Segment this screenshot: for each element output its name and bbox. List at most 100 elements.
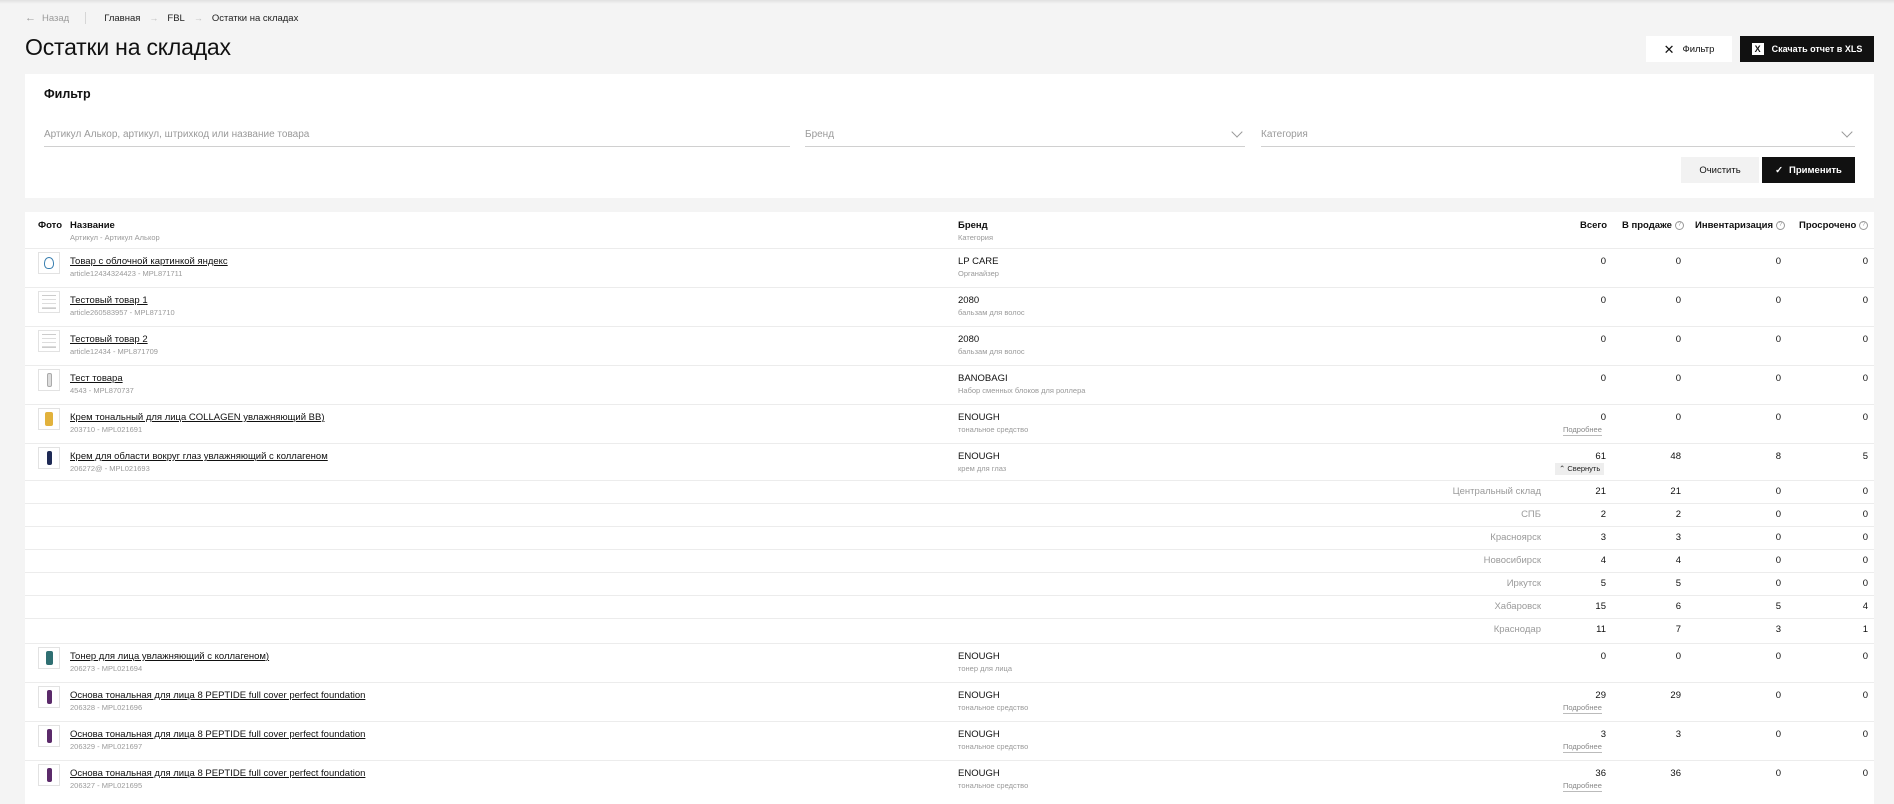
close-icon: ✕ [1663, 41, 1675, 57]
expired-value: 0 [1862, 295, 1868, 306]
product-thumbnail [38, 252, 60, 274]
expired-value: 0 [1862, 256, 1868, 267]
warehouse-inventory-value: 0 [1775, 532, 1781, 543]
total-value: 0 [1600, 256, 1606, 267]
table-row-divider [25, 443, 1874, 444]
expired-value: 0 [1862, 729, 1868, 740]
warehouse-on-sale-value: 3 [1675, 532, 1681, 543]
product-article: 206273 - MPL021694 [70, 664, 143, 673]
warehouse-inventory-value: 0 [1775, 578, 1781, 589]
warehouse-total-value: 15 [1595, 601, 1606, 612]
warehouse-row-divider [25, 618, 1874, 619]
total-value: 0 [1600, 334, 1606, 345]
column-header-total: Всего [1580, 220, 1608, 231]
breadcrumb-separator: → [193, 13, 203, 23]
expired-value: 0 [1862, 412, 1868, 423]
inventory-value: 0 [1775, 768, 1781, 779]
product-article: article12434 - MPL871709 [70, 347, 158, 356]
check-icon: ✓ [1775, 164, 1784, 176]
product-name-link[interactable]: Крем тональный для лица COLLAGEN увлажня… [70, 412, 325, 423]
product-name-link[interactable]: Товар с облочной картинкой яндекс [70, 256, 228, 267]
breadcrumb-divider [85, 12, 87, 24]
warehouse-row-divider [25, 595, 1874, 596]
download-xls-button[interactable]: X Скачать отчет в XLS [1740, 36, 1874, 62]
collapse-button[interactable]: ⌃ Свернуть [1555, 463, 1605, 475]
total-value: 29 [1595, 690, 1606, 701]
product-name-link[interactable]: Тестовый товар 2 [70, 334, 148, 345]
product-article: article260583957 - MPL871710 [70, 308, 175, 317]
table-row-divider [25, 760, 1874, 761]
brand-name: ENOUGH [958, 412, 1000, 423]
breadcrumb-item-home[interactable]: Главная [104, 13, 140, 24]
inventory-value: 0 [1775, 690, 1781, 701]
column-subheader-article: Артикул - Артикул Алькор [70, 233, 160, 242]
warehouse-name: Центральный склад [1452, 486, 1541, 497]
column-header-on-sale: В продаже? [1622, 220, 1684, 231]
details-link[interactable]: Подробнее [1563, 425, 1602, 436]
inventory-value: 0 [1775, 412, 1781, 423]
brand-name: ENOUGH [958, 690, 1000, 701]
product-name-link[interactable]: Тестовый товар 1 [70, 295, 148, 306]
category-name: бальзам для волос [958, 347, 1025, 356]
column-subheader-category: Категория [958, 233, 994, 242]
brand-select[interactable]: Бренд [805, 122, 1245, 147]
expired-value: 5 [1862, 451, 1868, 462]
details-link[interactable]: Подробнее [1563, 781, 1602, 792]
help-icon[interactable]: ? [1674, 220, 1684, 230]
breadcrumb: ← Назад Главная → FBL → Остатки на склад… [25, 11, 298, 25]
column-header-brand: Бренд [958, 220, 988, 231]
product-article: 206327 - MPL021695 [70, 781, 143, 790]
top-shadow [0, 0, 1894, 4]
help-icon[interactable]: ? [1859, 220, 1869, 230]
expired-value: 0 [1862, 334, 1868, 345]
product-name-link[interactable]: Крем для области вокруг глаз увлажняющий… [70, 451, 328, 462]
arrow-left-icon: ← [25, 12, 36, 24]
inventory-value: 0 [1775, 256, 1781, 267]
warehouse-row-divider [25, 549, 1874, 550]
on-sale-value: 0 [1675, 334, 1681, 345]
category-select[interactable]: Категория [1261, 122, 1855, 147]
inventory-value: 8 [1775, 451, 1781, 462]
search-input[interactable]: Артикул Алькор, артикул, штрихкод или на… [44, 122, 790, 147]
chevron-down-icon [1231, 126, 1243, 138]
category-name: тонер для лица [958, 664, 1013, 673]
help-icon[interactable]: ? [1776, 220, 1785, 230]
column-header-photo: Фото [38, 220, 63, 231]
details-link[interactable]: Подробнее [1563, 742, 1602, 753]
expired-value: 0 [1862, 690, 1868, 701]
chevron-down-icon [1841, 126, 1853, 138]
filter-toggle-button[interactable]: ✕ Фильтр [1646, 36, 1732, 62]
warehouse-name: Новосибирск [1483, 555, 1541, 566]
product-name-link[interactable]: Основа тональная для лица 8 PEPTIDE full… [70, 768, 365, 779]
apply-button[interactable]: ✓ Применить [1762, 157, 1855, 183]
product-name-link[interactable]: Основа тональная для лица 8 PEPTIDE full… [70, 729, 365, 740]
warehouse-row-divider [25, 503, 1874, 504]
product-name-link[interactable]: Тест товара [70, 373, 123, 384]
brand-name: BANOBAGI [958, 373, 1008, 384]
inventory-value: 0 [1775, 729, 1781, 740]
category-name: крем для глаз [958, 464, 1007, 473]
brand-name: 2080 [958, 295, 980, 306]
breadcrumb-item-fbl[interactable]: FBL [167, 13, 184, 24]
product-thumbnail [38, 369, 60, 391]
warehouse-expired-value: 0 [1862, 486, 1868, 497]
clear-button[interactable]: Очистить [1681, 157, 1759, 183]
on-sale-value: 48 [1670, 451, 1681, 462]
category-name: тональное средство [958, 425, 1029, 434]
warehouse-inventory-value: 0 [1775, 509, 1781, 520]
warehouse-inventory-value: 0 [1775, 486, 1781, 497]
details-link[interactable]: Подробнее [1563, 703, 1602, 714]
warehouse-name: Хабаровск [1494, 601, 1541, 612]
table-row-divider [25, 248, 1874, 249]
product-name-link[interactable]: Тонер для лица увлажняющий с коллагеном) [70, 651, 269, 662]
product-name-link[interactable]: Основа тональная для лица 8 PEPTIDE full… [70, 690, 365, 701]
column-header-name: Название [70, 220, 115, 231]
breadcrumb-separator: → [149, 13, 159, 23]
back-link[interactable]: ← Назад [25, 12, 69, 24]
warehouse-on-sale-value: 5 [1675, 578, 1681, 589]
product-thumbnail [38, 330, 60, 352]
product-thumbnail [38, 408, 60, 430]
warehouse-expired-value: 0 [1862, 555, 1868, 566]
table-row-divider [25, 643, 1874, 644]
product-article: 206272@ - MPL021693 [70, 464, 150, 473]
